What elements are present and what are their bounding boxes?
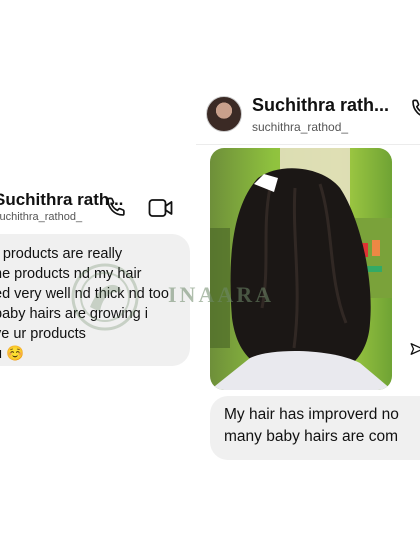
right-contact-name[interactable]: Suchithra rath...	[252, 95, 389, 116]
share-icon[interactable]	[410, 342, 420, 356]
phone-icon[interactable]	[410, 98, 420, 120]
message-line: r products are really	[0, 246, 123, 262]
right-contact-handle: suchithra_rathod_	[252, 120, 349, 134]
shared-photo[interactable]	[210, 148, 392, 390]
avatar[interactable]	[206, 96, 242, 132]
message-line: many baby hairs are com	[224, 428, 399, 445]
video-camera-icon[interactable]	[148, 198, 174, 218]
message-line: u ☺️	[0, 346, 25, 362]
right-chat-screenshot: Suchithra rath... suchithra_rathod_ My h…	[196, 80, 420, 480]
left-contact-handle: suchithra_rathod_	[0, 211, 83, 223]
watermark-text: INAARA	[168, 282, 274, 307]
header-divider	[196, 144, 420, 145]
phone-icon[interactable]	[105, 196, 127, 218]
watermark-logo-icon	[71, 263, 139, 331]
right-message-text: My hair has improverd no many baby hairs…	[224, 404, 420, 448]
message-line: My hair has improverd no	[224, 406, 399, 423]
